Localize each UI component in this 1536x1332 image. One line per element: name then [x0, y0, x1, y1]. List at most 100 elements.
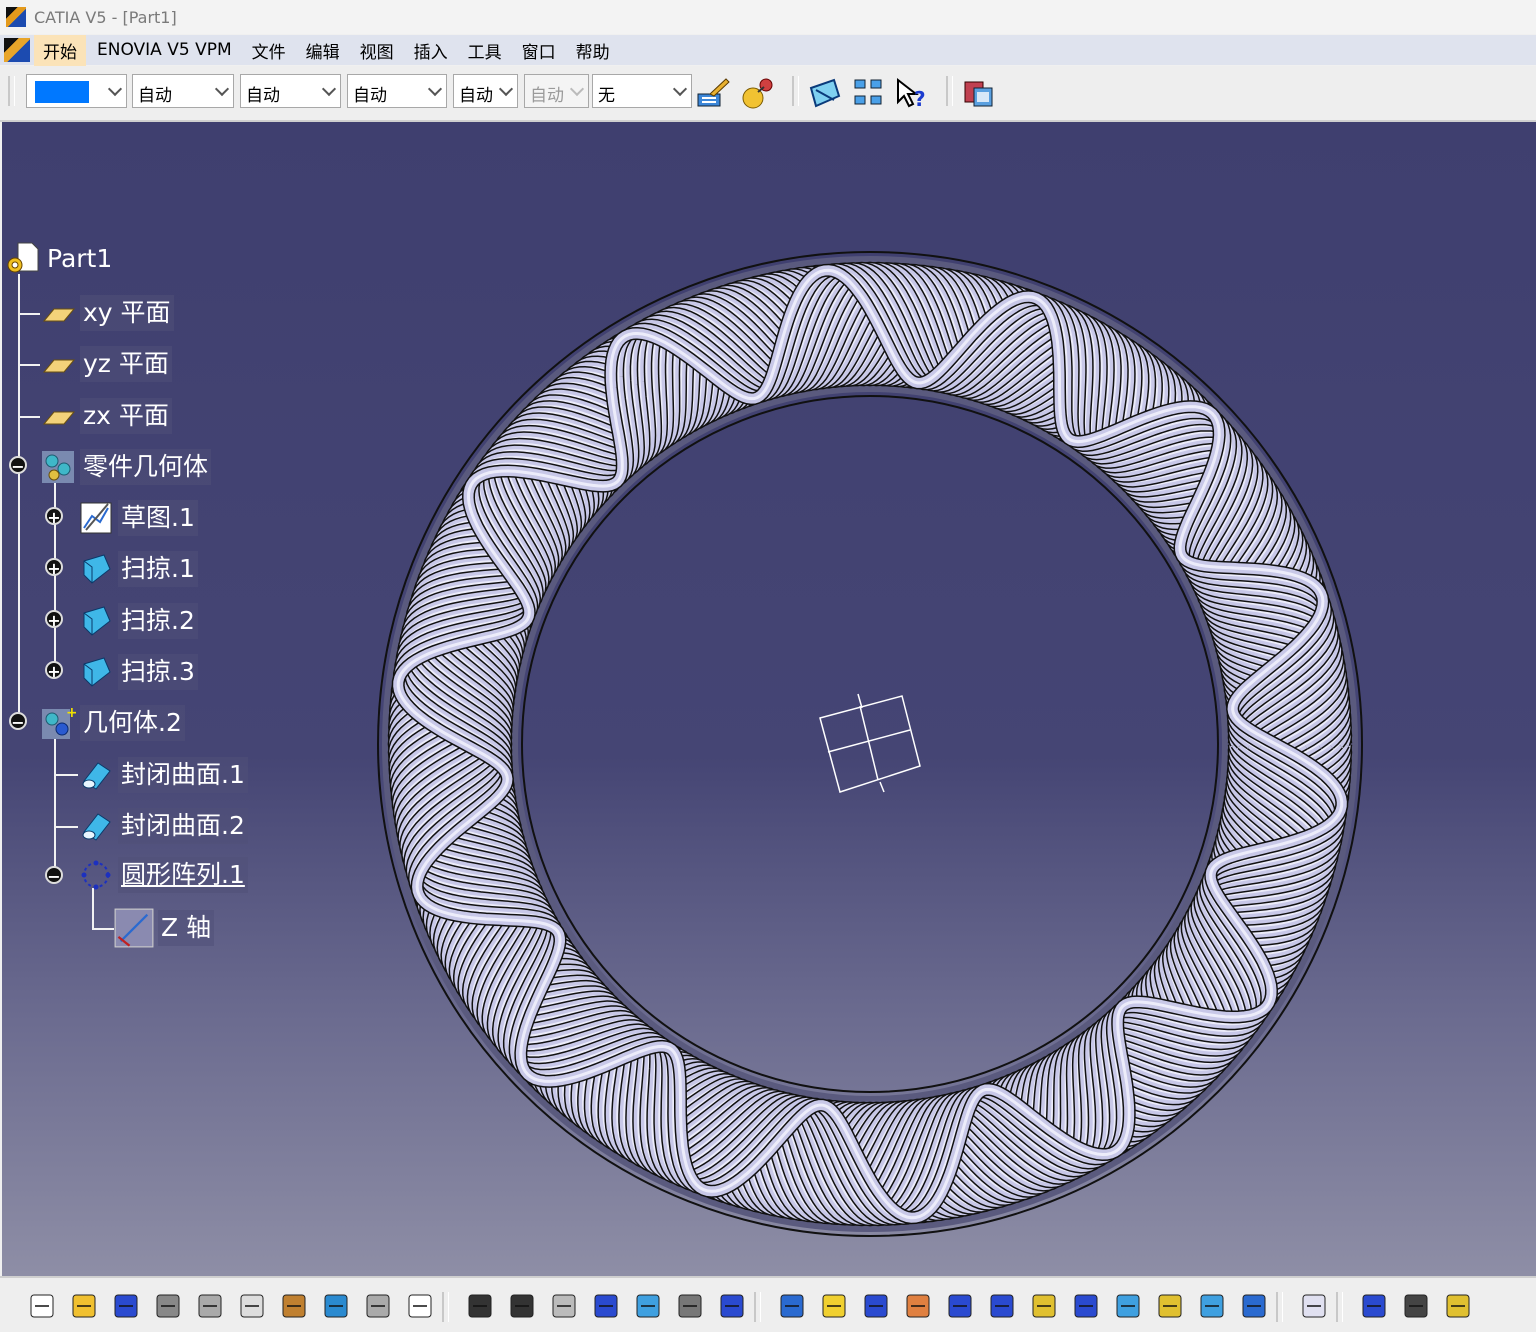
tree-node-part-body[interactable]: 零件几何体: [40, 448, 212, 486]
collapse-icon[interactable]: −: [9, 712, 27, 731]
catia-logo-icon: [6, 7, 26, 27]
normal-view-icon[interactable]: [1028, 1290, 1060, 1322]
new-icon[interactable]: [26, 1290, 58, 1322]
tree-node-xy-plane[interactable]: xy 平面: [40, 294, 174, 332]
parameter-icon[interactable]: [716, 1290, 748, 1322]
collapse-icon[interactable]: −: [9, 456, 27, 475]
rib-sweep-icon: [83, 606, 111, 636]
catia-menu-logo-icon[interactable]: [4, 38, 30, 62]
menu-insert[interactable]: 插入: [405, 35, 457, 66]
toolbar-grip[interactable]: [792, 76, 799, 106]
transparency-combo[interactable]: 自动: [132, 74, 234, 108]
tree-node-part1[interactable]: Part1: [4, 240, 115, 278]
axis-icon: [114, 908, 154, 948]
menu-tools[interactable]: 工具: [459, 35, 511, 66]
tree-node-z-axis[interactable]: Z 轴: [114, 908, 215, 948]
open-icon[interactable]: [68, 1290, 100, 1322]
multi-view-icon[interactable]: [1070, 1290, 1102, 1322]
line-thickness-combo[interactable]: 自动: [240, 74, 341, 108]
expand-icon[interactable]: +: [45, 661, 63, 680]
rotate-icon[interactable]: [902, 1290, 934, 1322]
zoom-out-icon[interactable]: [986, 1290, 1018, 1322]
tree-node-close-surface2[interactable]: 封闭曲面.2: [78, 807, 248, 845]
tree-line: [92, 888, 94, 928]
paste-icon[interactable]: [278, 1290, 310, 1322]
pan-icon[interactable]: [860, 1290, 892, 1322]
tree-line: [54, 732, 56, 874]
toolbar-grip[interactable]: [946, 76, 953, 106]
tree-node-sketch1[interactable]: 草图.1: [78, 499, 198, 537]
tree-label: 扫掠.2: [118, 603, 198, 639]
lock-icon[interactable]: [674, 1290, 706, 1322]
hide-show-icon[interactable]: [1196, 1290, 1228, 1322]
tree-node-circ-pattern1[interactable]: 圆形阵列.1: [78, 856, 248, 894]
comment-icon[interactable]: [506, 1290, 538, 1322]
whats-this-icon[interactable]: [404, 1290, 436, 1322]
sketch-icon: [80, 502, 112, 534]
fly-mode-icon[interactable]: [776, 1290, 808, 1322]
plane-icon: [42, 359, 76, 373]
tree-node-rib2[interactable]: 扫掠.2: [78, 602, 198, 640]
tree-node-zx-plane[interactable]: zx 平面: [40, 397, 172, 435]
sketch-plane-icon[interactable]: [808, 76, 842, 110]
layer-combo[interactable]: 无: [592, 74, 692, 108]
tree-node-rib3[interactable]: 扫掠.3: [78, 653, 198, 691]
fit-all-icon[interactable]: [818, 1290, 850, 1322]
color-combo[interactable]: [26, 74, 127, 108]
properties-toolbar: 自动 自动 自动 自动 自动 无 ?: [0, 66, 1536, 122]
measure-item-icon[interactable]: [1400, 1290, 1432, 1322]
tree-line: [18, 313, 40, 315]
tree-node-yz-plane[interactable]: yz 平面: [40, 345, 172, 383]
undo-icon[interactable]: [320, 1290, 352, 1322]
zoom-in-icon[interactable]: [944, 1290, 976, 1322]
cut-icon[interactable]: [194, 1290, 226, 1322]
toolbar-grip[interactable]: [8, 76, 15, 106]
swap-space-icon[interactable]: [1238, 1290, 1270, 1322]
menu-start[interactable]: 开始: [34, 34, 86, 66]
tree-node-rib1[interactable]: 扫掠.1: [78, 550, 198, 588]
whats-this-icon[interactable]: ?: [894, 76, 928, 110]
menu-edit[interactable]: 编辑: [297, 35, 349, 66]
catalog-browser-icon[interactable]: [1298, 1290, 1330, 1322]
menu-file[interactable]: 文件: [243, 35, 295, 66]
tree-label: 零件几何体: [80, 449, 212, 485]
expand-icon[interactable]: +: [45, 558, 63, 577]
catalog-icon[interactable]: [962, 76, 996, 110]
save-icon[interactable]: [110, 1290, 142, 1322]
tree-expand-icon[interactable]: [632, 1290, 664, 1322]
expand-icon[interactable]: +: [45, 610, 63, 629]
apply-material-icon[interactable]: [740, 76, 774, 110]
menu-enovia[interactable]: ENOVIA V5 VPM: [88, 37, 241, 63]
point-type-combo[interactable]: 自动: [453, 74, 518, 108]
expand-icon[interactable]: +: [45, 507, 63, 526]
menu-view[interactable]: 视图: [351, 35, 403, 66]
window-title-bar: CATIA V5 - [Part1]: [0, 0, 1536, 34]
print-icon[interactable]: [152, 1290, 184, 1322]
toolbar-grip[interactable]: [1336, 1292, 1343, 1322]
toolbar-grip[interactable]: [442, 1292, 449, 1322]
menu-help[interactable]: 帮助: [567, 35, 619, 66]
redo-icon[interactable]: [362, 1290, 394, 1322]
render-style-combo: 自动: [524, 74, 589, 108]
painter-brush-icon[interactable]: [696, 76, 730, 110]
copy-icon[interactable]: [236, 1290, 268, 1322]
table-icon[interactable]: [590, 1290, 622, 1322]
measure-between-icon[interactable]: [1358, 1290, 1390, 1322]
tree-line: [54, 774, 78, 776]
3d-viewport[interactable]: Part1 xy 平面 yz 平面 zx 平面 − 零件几何体 + 草图.1 +…: [2, 122, 1536, 1276]
iso-view-icon[interactable]: [1112, 1290, 1144, 1322]
link-icon[interactable]: [548, 1290, 580, 1322]
measure-inertia-icon[interactable]: [1442, 1290, 1474, 1322]
line-type-combo[interactable]: 自动: [347, 74, 447, 108]
collapse-icon[interactable]: −: [45, 866, 63, 885]
quick-view-icon[interactable]: [852, 76, 886, 110]
toolbar-grip[interactable]: [754, 1292, 761, 1322]
tree-node-close-surface1[interactable]: 封闭曲面.1: [78, 756, 248, 794]
compass-axis-icon[interactable]: [812, 692, 932, 802]
formula-icon[interactable]: [464, 1290, 496, 1322]
tree-node-body2[interactable]: + 几何体.2: [40, 704, 185, 742]
toolbar-grip[interactable]: [1276, 1292, 1283, 1322]
menu-window[interactable]: 窗口: [513, 35, 565, 66]
shading-icon[interactable]: [1154, 1290, 1186, 1322]
combo-value: 自动: [246, 86, 280, 106]
